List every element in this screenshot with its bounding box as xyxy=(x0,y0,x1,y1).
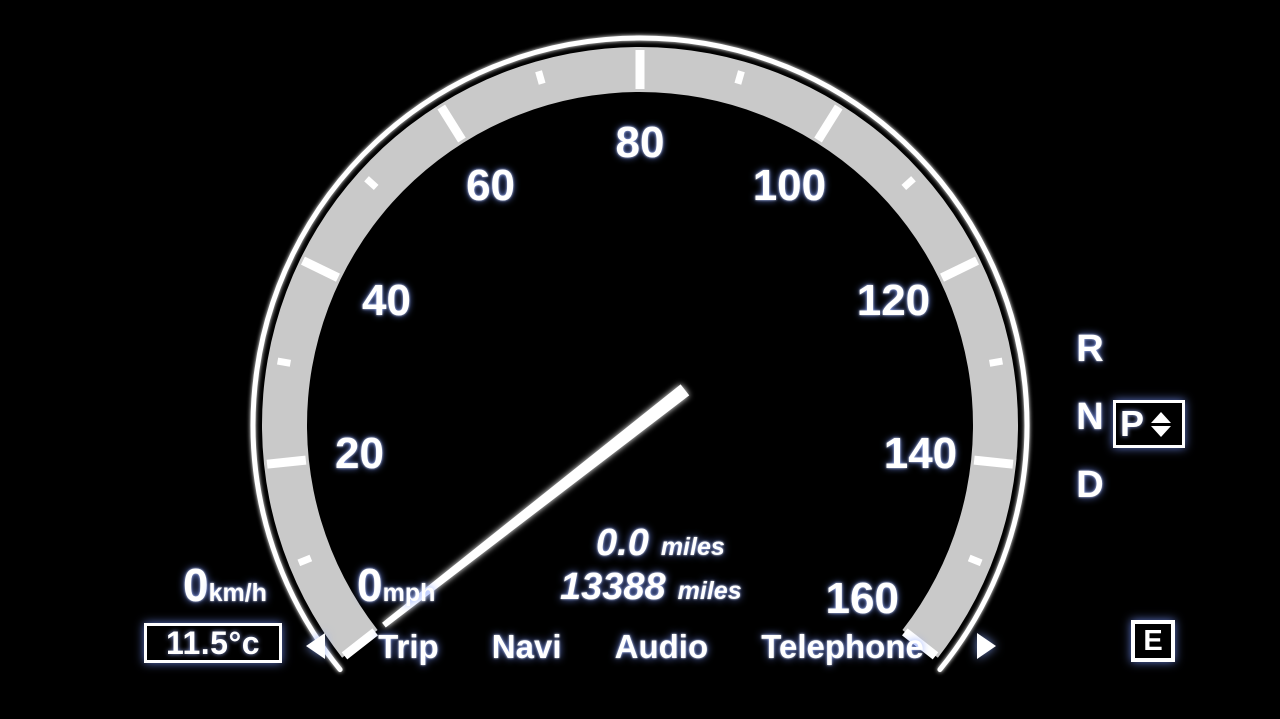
gauge-minor-tick xyxy=(967,554,983,567)
speed-kmh-value: 0 xyxy=(183,559,209,611)
gauge-scale-label-40: 40 xyxy=(362,276,412,326)
outside-temperature-value: 11.5°c xyxy=(165,625,261,661)
speed-readout-mph: 0mph xyxy=(357,562,435,608)
gauge-scale-label-120: 120 xyxy=(856,276,931,326)
up-arrow-icon xyxy=(1151,411,1172,423)
menu-item-navi[interactable]: Navi xyxy=(492,630,562,663)
instrument-cluster: 20 40 60 80 100 120 140 160 0km/h 0mph 0.0 mile… xyxy=(0,0,1280,719)
gauge-major-tick xyxy=(266,455,307,469)
gear-position-n: N xyxy=(1076,396,1104,438)
gauge-major-tick xyxy=(973,455,1014,469)
trip-unit: miles xyxy=(660,533,725,561)
speed-readout-kmh: 0km/h xyxy=(183,562,267,608)
odometer-block: 0.0 miles 13388 miles xyxy=(560,522,860,612)
gauge-scale-label-60: 60 xyxy=(466,160,516,210)
gauge-minor-tick xyxy=(734,70,745,85)
odometer-unit: miles xyxy=(677,576,742,605)
gauge-scale-label-80: 80 xyxy=(615,118,665,167)
bottom-menu-bar: Trip Navi Audio Telephone xyxy=(306,622,996,670)
gear-shift-arrows xyxy=(1151,411,1172,437)
selected-gear-letter: P xyxy=(1120,403,1145,444)
right-arrow-icon[interactable] xyxy=(977,633,996,659)
menu-item-trip[interactable]: Trip xyxy=(378,630,439,663)
eco-indicator: E xyxy=(1131,620,1175,662)
menu-item-audio[interactable]: Audio xyxy=(615,630,708,663)
gauge-minor-tick xyxy=(535,70,546,85)
down-arrow-icon xyxy=(1151,425,1172,437)
menu-item-telephone[interactable]: Telephone xyxy=(761,630,924,663)
gauge-scale-label-20: 20 xyxy=(335,429,385,479)
selected-gear-indicator: P xyxy=(1113,400,1185,448)
gauge-scale-label-100: 100 xyxy=(752,160,827,210)
gear-position-list: R N D xyxy=(1070,330,1110,534)
trip-value: 0.0 xyxy=(596,522,649,564)
speed-mph-value: 0 xyxy=(357,559,383,611)
gauge-scale-label-140: 140 xyxy=(883,429,958,479)
gauge-minor-tick xyxy=(276,357,292,367)
speed-kmh-unit: km/h xyxy=(208,579,267,607)
left-arrow-icon[interactable] xyxy=(306,633,325,659)
gear-position-r: R xyxy=(1076,328,1104,370)
eco-indicator-label: E xyxy=(1143,624,1163,657)
trip-meter-row: 0.0 miles xyxy=(560,522,860,564)
outside-temperature-display: 11.5°c xyxy=(144,623,282,663)
speed-mph-unit: mph xyxy=(382,579,436,607)
gauge-minor-tick xyxy=(297,554,313,567)
gear-position-d: D xyxy=(1076,464,1104,506)
odometer-value: 13388 xyxy=(560,565,666,608)
odometer-row: 13388 miles xyxy=(560,565,860,608)
gauge-minor-tick xyxy=(988,357,1004,367)
